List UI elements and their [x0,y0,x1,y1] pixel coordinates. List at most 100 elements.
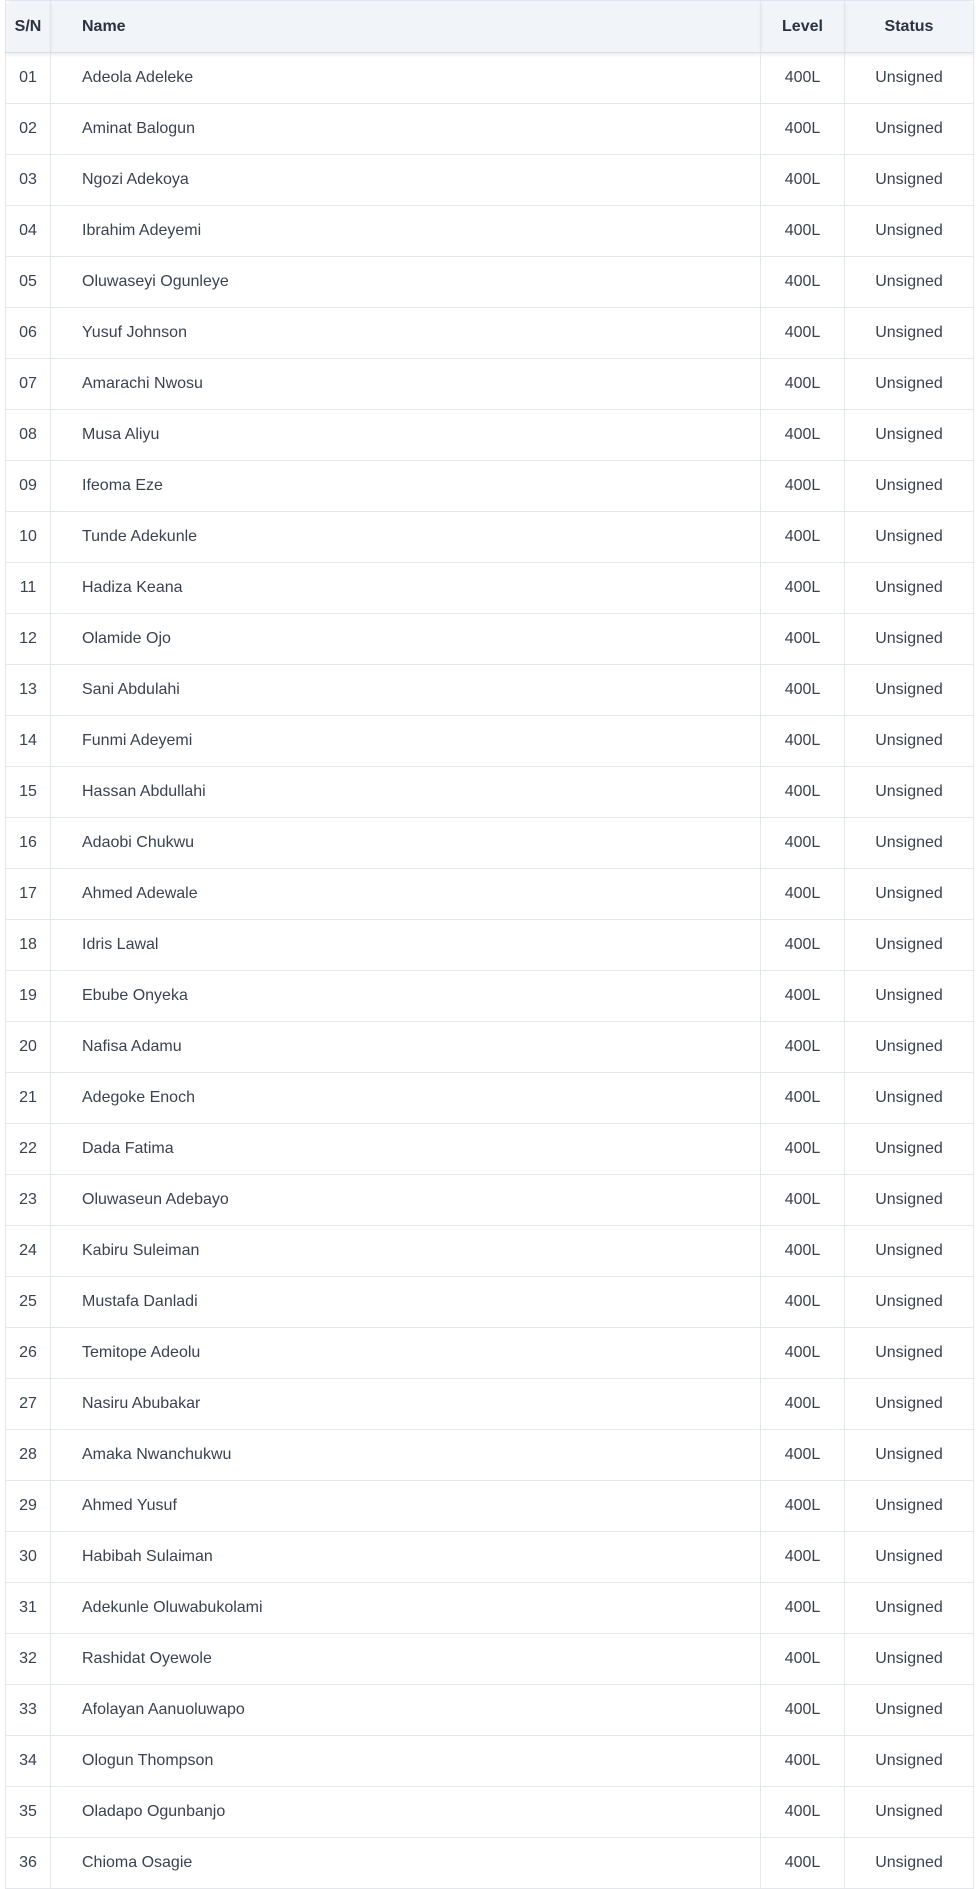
cell-name: Ahmed Adewale [50,868,761,920]
table-row: 10 Tunde Adekunle 400L Unsigned [5,511,974,563]
column-header-level: Level [760,0,845,53]
table-row: 09 Ifeoma Eze 400L Unsigned [5,460,974,512]
table-row: 19 Ebube Onyeka 400L Unsigned [5,970,974,1022]
cell-level: 400L [760,1582,845,1634]
students-table-container: S/N Name Level Status 01 Adeola Adeleke 40… [5,0,974,1889]
table-row: 26 Temitope Adeolu 400L Unsigned [5,1327,974,1379]
cell-status: Unsigned [844,1276,974,1328]
cell-level: 400L [760,562,845,614]
cell-level: 400L [760,1225,845,1277]
table-row: 20 Nafisa Adamu 400L Unsigned [5,1021,974,1073]
cell-name: Ibrahim Adeyemi [50,205,761,257]
cell-level: 400L [760,1429,845,1481]
cell-level: 400L [760,1123,845,1175]
table-header: S/N Name Level Status [5,0,974,53]
cell-name: Amaka Nwanchukwu [50,1429,761,1481]
cell-level: 400L [760,1633,845,1685]
cell-name: Mustafa Danladi [50,1276,761,1328]
table-row: 12 Olamide Ojo 400L Unsigned [5,613,974,665]
cell-name: Amarachi Nwosu [50,358,761,410]
table-row: 25 Mustafa Danladi 400L Unsigned [5,1276,974,1328]
cell-status: Unsigned [844,868,974,920]
cell-sn: 11 [5,562,51,614]
cell-sn: 36 [5,1837,51,1889]
cell-name: Ngozi Adekoya [50,154,761,206]
cell-sn: 27 [5,1378,51,1430]
table-row: 05 Oluwaseyi Ogunleye 400L Unsigned [5,256,974,308]
table-row: 31 Adekunle Oluwabukolami 400L Unsigned [5,1582,974,1634]
table-row: 29 Ahmed Yusuf 400L Unsigned [5,1480,974,1532]
cell-status: Unsigned [844,1378,974,1430]
cell-level: 400L [760,664,845,716]
cell-level: 400L [760,1480,845,1532]
cell-sn: 03 [5,154,51,206]
cell-sn: 09 [5,460,51,512]
cell-name: Rashidat Oyewole [50,1633,761,1685]
cell-name: Adeola Adeleke [50,52,761,104]
cell-status: Unsigned [844,664,974,716]
cell-status: Unsigned [844,205,974,257]
table-row: 14 Funmi Adeyemi 400L Unsigned [5,715,974,767]
cell-sn: 10 [5,511,51,563]
cell-status: Unsigned [844,1429,974,1481]
cell-sn: 04 [5,205,51,257]
cell-status: Unsigned [844,52,974,104]
cell-sn: 19 [5,970,51,1022]
cell-status: Unsigned [844,1837,974,1889]
cell-name: Aminat Balogun [50,103,761,155]
cell-name: Temitope Adeolu [50,1327,761,1379]
cell-sn: 01 [5,52,51,104]
cell-name: Funmi Adeyemi [50,715,761,767]
cell-level: 400L [760,1837,845,1889]
cell-name: Kabiru Suleiman [50,1225,761,1277]
cell-level: 400L [760,1786,845,1838]
cell-status: Unsigned [844,1225,974,1277]
cell-status: Unsigned [844,307,974,359]
cell-sn: 29 [5,1480,51,1532]
cell-level: 400L [760,1072,845,1124]
cell-level: 400L [760,307,845,359]
table-row: 27 Nasiru Abubakar 400L Unsigned [5,1378,974,1430]
table-row: 33 Afolayan Aanuoluwapo 400L Unsigned [5,1684,974,1736]
cell-name: Adekunle Oluwabukolami [50,1582,761,1634]
cell-sn: 35 [5,1786,51,1838]
cell-sn: 20 [5,1021,51,1073]
cell-status: Unsigned [844,766,974,818]
cell-level: 400L [760,103,845,155]
cell-name: Hadiza Keana [50,562,761,614]
cell-level: 400L [760,409,845,461]
cell-status: Unsigned [844,1072,974,1124]
cell-level: 400L [760,817,845,869]
cell-sn: 08 [5,409,51,461]
cell-sn: 15 [5,766,51,818]
cell-level: 400L [760,256,845,308]
cell-sn: 13 [5,664,51,716]
table-row: 02 Aminat Balogun 400L Unsigned [5,103,974,155]
cell-status: Unsigned [844,154,974,206]
cell-sn: 24 [5,1225,51,1277]
cell-name: Oluwaseun Adebayo [50,1174,761,1226]
cell-level: 400L [760,613,845,665]
cell-level: 400L [760,460,845,512]
cell-name: Afolayan Aanuoluwapo [50,1684,761,1736]
cell-status: Unsigned [844,460,974,512]
cell-name: Olamide Ojo [50,613,761,665]
cell-status: Unsigned [844,511,974,563]
cell-sn: 25 [5,1276,51,1328]
cell-level: 400L [760,511,845,563]
cell-name: Yusuf Johnson [50,307,761,359]
column-header-status: Status [844,0,974,53]
cell-name: Nafisa Adamu [50,1021,761,1073]
cell-level: 400L [760,970,845,1022]
cell-level: 400L [760,1684,845,1736]
cell-status: Unsigned [844,919,974,971]
cell-status: Unsigned [844,1735,974,1787]
cell-sn: 28 [5,1429,51,1481]
table-row: 03 Ngozi Adekoya 400L Unsigned [5,154,974,206]
table-row: 15 Hassan Abdullahi 400L Unsigned [5,766,974,818]
cell-status: Unsigned [844,1786,974,1838]
table-body: 01 Adeola Adeleke 400L Unsigned 02 Aminat Bal… [5,52,974,1889]
cell-sn: 33 [5,1684,51,1736]
cell-level: 400L [760,154,845,206]
cell-name: Oladapo Ogunbanjo [50,1786,761,1838]
